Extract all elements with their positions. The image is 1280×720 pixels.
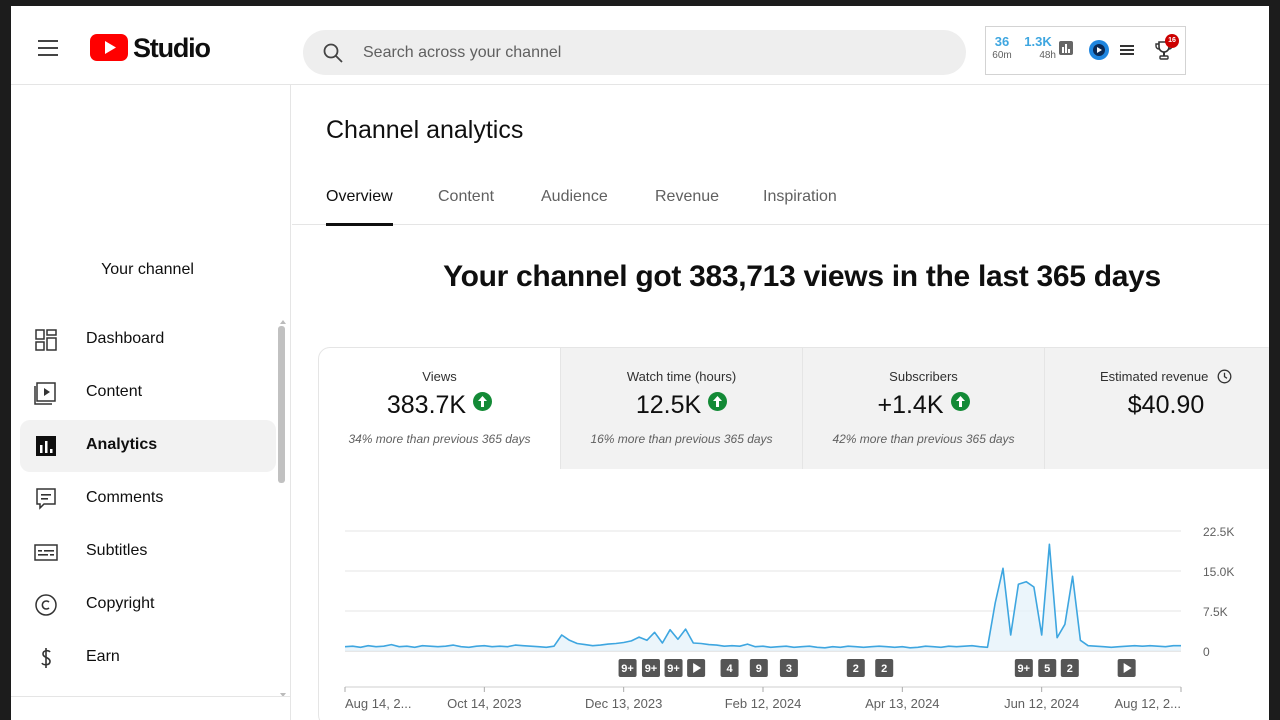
earn-icon xyxy=(41,648,51,668)
search-bar[interactable] xyxy=(303,30,966,75)
marker-label: 2 xyxy=(881,663,887,675)
sidebar-item-label: Dashboard xyxy=(86,330,165,347)
x-tick-label: Feb 12, 2024 xyxy=(725,696,802,711)
video-marker[interactable]: 5 xyxy=(1038,659,1057,677)
video-marker[interactable]: 2 xyxy=(1060,659,1079,677)
analytics-tabs: Overview Content Audience Revenue Inspir… xyxy=(292,170,1269,226)
sidebar-item-label: Earn xyxy=(86,648,120,665)
youtube-logo-icon xyxy=(90,34,128,61)
logo-text: Studio xyxy=(133,33,211,63)
extension-badge-icon[interactable] xyxy=(1088,39,1110,61)
marker-label: 2 xyxy=(1067,663,1073,675)
comments-icon xyxy=(36,488,56,510)
video-marker[interactable]: 4 xyxy=(720,659,739,677)
sidebar-item-copyright[interactable]: Copyright xyxy=(20,579,276,631)
sidebar-item-label: Comments xyxy=(86,489,164,506)
marker-label: 9+ xyxy=(667,663,680,675)
sidebar-scrollbar[interactable] xyxy=(278,326,285,483)
sidebar-item-earn[interactable]: Earn xyxy=(20,632,276,684)
search-input[interactable] xyxy=(363,38,943,67)
studio-app: Studio 36 60m 1.3K 48h xyxy=(11,6,1269,720)
video-marker[interactable] xyxy=(1117,659,1136,677)
x-tick-label: Aug 12, 2... xyxy=(1115,696,1182,711)
views-line-chart[interactable]: 22.5K 15.0K 7.5K 0 9+ 9+ 9+ 4 9 3 2 2 9+ 5 2 Aug 14, 2.… xyxy=(319,348,1269,720)
marker-label: 9 xyxy=(756,663,762,675)
top-bar: Studio 36 60m 1.3K 48h xyxy=(11,6,1269,85)
stat-label: 60m xyxy=(992,50,1012,61)
x-tick-label: Aug 14, 2... xyxy=(345,696,412,711)
realtime-stat-60m: 36 60m xyxy=(990,35,1014,62)
marker-label: 9+ xyxy=(645,663,658,675)
copyright-icon xyxy=(35,594,57,616)
marker-label: 5 xyxy=(1044,663,1050,675)
video-marker[interactable]: 9+ xyxy=(641,659,660,677)
realtime-stat-48h: 1.3K 48h xyxy=(1020,35,1056,62)
content-icon xyxy=(34,382,56,405)
x-tick-label: Dec 13, 2023 xyxy=(585,696,662,711)
divider xyxy=(11,696,291,697)
overview-chart-card: Views 383.7K 34% more than previous 365 … xyxy=(318,347,1269,720)
video-marker[interactable]: 2 xyxy=(875,659,894,677)
video-marker[interactable] xyxy=(687,659,706,677)
x-tick-label: Jun 12, 2024 xyxy=(1004,696,1079,711)
studio-logo[interactable]: Studio xyxy=(90,32,211,64)
y-tick-label: 7.5K xyxy=(1203,605,1228,619)
series-area xyxy=(345,544,1181,651)
video-marker[interactable]: 9+ xyxy=(618,659,637,677)
views-headline: Your channel got 383,713 views in the la… xyxy=(443,260,1161,293)
dashboard-icon xyxy=(35,329,57,351)
list-menu-icon[interactable] xyxy=(1119,42,1135,58)
stat-value: 36 xyxy=(994,34,1010,49)
tab-audience[interactable]: Audience xyxy=(541,188,608,206)
sidebar-item-label: Subtitles xyxy=(86,542,148,559)
tab-inspiration[interactable]: Inspiration xyxy=(763,188,837,206)
subtitles-icon xyxy=(34,544,58,561)
x-tick-label: Apr 13, 2024 xyxy=(865,696,939,711)
stat-value: 1.3K xyxy=(1024,34,1052,49)
scroll-up-arrow-icon[interactable] xyxy=(280,320,286,324)
search-icon[interactable] xyxy=(321,41,345,65)
sidebar-item-label: Copyright xyxy=(86,595,155,612)
notification-count-badge: 16 xyxy=(1165,34,1179,48)
video-marker[interactable]: 9+ xyxy=(1014,659,1033,677)
marker-label: 4 xyxy=(726,663,733,675)
marker-label: 2 xyxy=(853,663,859,675)
x-tick-label: Oct 14, 2023 xyxy=(447,696,521,711)
sidebar: Your channel Dashboard Content Analytics… xyxy=(11,85,291,720)
stat-label: 48h xyxy=(1039,50,1056,61)
y-tick-label: 15.0K xyxy=(1203,565,1234,579)
sidebar-item-analytics[interactable]: Analytics xyxy=(20,420,276,472)
tab-revenue[interactable]: Revenue xyxy=(655,188,719,206)
page-title: Channel analytics xyxy=(326,116,524,144)
sidebar-item-label: Analytics xyxy=(86,436,158,453)
sidebar-item-dashboard[interactable]: Dashboard xyxy=(20,314,276,366)
bar-chart-icon[interactable] xyxy=(1058,40,1074,56)
your-channel-label[interactable]: Your channel xyxy=(11,261,284,279)
tab-content[interactable]: Content xyxy=(438,188,494,206)
marker-label: 3 xyxy=(786,663,792,675)
video-marker[interactable]: 3 xyxy=(779,659,798,677)
y-tick-label: 22.5K xyxy=(1203,525,1234,539)
tab-overview[interactable]: Overview xyxy=(326,188,393,206)
marker-label: 9+ xyxy=(1018,663,1031,675)
sidebar-item-label: Content xyxy=(86,383,143,400)
main-content: Channel analytics Overview Content Audie… xyxy=(292,85,1269,720)
sidebar-item-comments[interactable]: Comments xyxy=(20,473,276,525)
analytics-icon xyxy=(36,436,56,456)
sidebar-item-content[interactable]: Content xyxy=(20,367,276,419)
marker-label: 9+ xyxy=(621,663,634,675)
video-marker[interactable]: 2 xyxy=(846,659,865,677)
video-marker[interactable]: 9 xyxy=(749,659,768,677)
sidebar-item-subtitles[interactable]: Subtitles xyxy=(20,526,276,578)
menu-icon[interactable] xyxy=(38,40,60,57)
active-tab-indicator xyxy=(326,223,393,226)
y-tick-label: 0 xyxy=(1203,645,1210,659)
video-marker[interactable]: 9+ xyxy=(664,659,683,677)
realtime-stats-widget[interactable]: 36 60m 1.3K 48h xyxy=(985,26,1186,75)
